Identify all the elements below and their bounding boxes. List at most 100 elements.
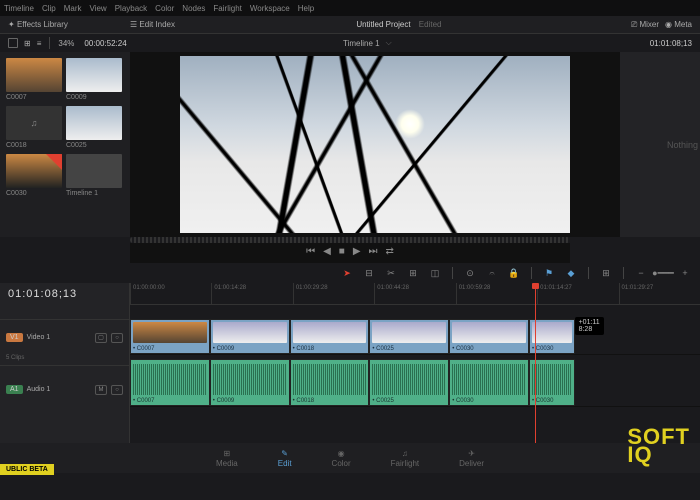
grid-view-icon[interactable]: ⊞	[24, 39, 31, 48]
track-lock[interactable]: ○	[111, 333, 123, 343]
video-clip[interactable]: • C0030	[449, 319, 529, 354]
zoom-in-button[interactable]: +	[678, 266, 692, 280]
video-track-header[interactable]: V1 Video 1 ▢ ○	[0, 319, 129, 355]
project-title: Untitled Project	[356, 20, 410, 29]
video-track[interactable]: +01:118:28 • C0007 • C0009 • C0018 • C00…	[130, 319, 700, 355]
overwrite-tool[interactable]: ◫	[428, 266, 442, 280]
menu-playback[interactable]: Playback	[115, 4, 147, 13]
video-track-label: Video 1	[27, 334, 51, 341]
tab-color[interactable]: ◉Color	[332, 449, 351, 468]
menu-help[interactable]: Help	[298, 4, 314, 13]
sort-icon[interactable]: ≡	[37, 39, 42, 48]
video-clip[interactable]: • C0025	[369, 319, 449, 354]
clip-thumb[interactable]: C0030	[6, 154, 62, 198]
lock-icon[interactable]: 🔒	[507, 266, 521, 280]
clip-thumb[interactable]: C0009	[66, 58, 122, 102]
track-toggle[interactable]: ▢	[95, 333, 107, 343]
transport-controls: ⏮ ◀ ■ ▶ ⏭ ⇄	[130, 243, 570, 263]
snap-icon[interactable]: ⊙	[463, 266, 477, 280]
source-zoom[interactable]: 34%	[58, 39, 74, 48]
inspector-panel: Nothing	[620, 52, 700, 237]
menu-fairlight[interactable]: Fairlight	[213, 4, 241, 13]
audio-clip[interactable]: • C0018	[290, 359, 370, 406]
timeline-toolbar: ➤ ⊟ ✂ ⊞ ◫ ⊙ 𝄐 🔒 ⚑ ◆ ⊞ − ●━━━ +	[0, 263, 700, 283]
menu-timeline[interactable]: Timeline	[4, 4, 34, 13]
play-button[interactable]: ▶	[353, 246, 361, 257]
insert-tool[interactable]: ⊞	[406, 266, 420, 280]
menu-nodes[interactable]: Nodes	[182, 4, 205, 13]
audio-clip[interactable]: • C0025	[369, 359, 449, 406]
stop-button[interactable]: ■	[339, 246, 345, 257]
mixer-icon[interactable]: ⊞	[599, 266, 613, 280]
video-clip[interactable]: • C0007	[130, 319, 210, 354]
color-icon: ◉	[338, 449, 345, 458]
list-view-icon[interactable]	[8, 38, 18, 48]
menu-workspace[interactable]: Workspace	[250, 4, 290, 13]
next-button[interactable]: ⏭	[369, 246, 378, 257]
audio-clip[interactable]: • C0030	[449, 359, 529, 406]
video-clip[interactable]: • C0030	[529, 319, 575, 354]
project-status: Edited	[419, 20, 442, 29]
mixer-button[interactable]: ⎚ Mixer	[631, 20, 659, 30]
secondary-bar: ⊞ ≡ 34% 00:00:52:24 Timeline 1 ⌵ 01:01:0…	[0, 34, 700, 52]
source-timecode: 00:00:52:24	[84, 39, 126, 48]
menu-view[interactable]: View	[90, 4, 107, 13]
viewer-timecode: 01:01:08;13	[650, 39, 692, 48]
watermark: SOFTIQ	[627, 428, 690, 465]
clip-thumb[interactable]: C0025	[66, 106, 122, 150]
clip-tooltip: +01:118:28	[575, 317, 604, 335]
playhead[interactable]	[535, 283, 536, 443]
audio-clip[interactable]: • C0007	[130, 359, 210, 406]
trim-tool[interactable]: ⊟	[362, 266, 376, 280]
audio-track-header[interactable]: A1 Audio 1 M ○	[0, 365, 129, 413]
first-frame-button[interactable]: ⏮	[306, 246, 315, 257]
edit-index-button[interactable]: ☰ Edit Index	[130, 20, 175, 29]
zoom-slider[interactable]: ●━━━	[656, 266, 670, 280]
media-pool: C0007 C0009 ♫C0018 C0025 C0030 Timeline …	[0, 52, 130, 237]
timeline-name[interactable]: Timeline 1	[343, 39, 380, 48]
link-icon[interactable]: 𝄐	[485, 266, 499, 280]
beta-badge: UBLIC BETA	[0, 464, 54, 475]
blade-tool[interactable]: ✂	[384, 266, 398, 280]
timeline-timecode: 01:01:08;13	[0, 283, 129, 305]
flag-icon[interactable]: ⚑	[542, 266, 556, 280]
edit-icon: ✎	[281, 449, 288, 458]
media-icon: ⊞	[224, 449, 231, 458]
v1-badge[interactable]: V1	[6, 333, 23, 342]
clip-thumb[interactable]: Timeline 1	[66, 154, 122, 198]
video-clip[interactable]: • C0018	[290, 319, 370, 354]
loop-button[interactable]: ⇄	[386, 246, 394, 257]
zoom-out-button[interactable]: −	[634, 266, 648, 280]
clips-count: 5 Clips	[0, 355, 129, 365]
tab-edit[interactable]: ✎Edit	[278, 449, 292, 468]
menu-bar: Timeline Clip Mark View Playback Color N…	[0, 0, 700, 16]
audio-clip[interactable]: • C0009	[210, 359, 290, 406]
page-tabs: ⊞Media ✎Edit ◉Color ♫Fairlight ✈Deliver	[0, 443, 700, 473]
a1-badge[interactable]: A1	[6, 385, 23, 394]
fairlight-icon: ♫	[402, 449, 408, 458]
menu-clip[interactable]: Clip	[42, 4, 56, 13]
prev-button[interactable]: ◀	[323, 246, 331, 257]
clip-thumb[interactable]: C0007	[6, 58, 62, 102]
clip-thumb[interactable]: ♫C0018	[6, 106, 62, 150]
mute-button[interactable]: M	[95, 385, 107, 395]
timeline-panel: 01:01:08;13 V1 Video 1 ▢ ○ 5 Clips A1 Au…	[0, 283, 700, 443]
tab-fairlight[interactable]: ♫Fairlight	[391, 449, 419, 468]
deliver-icon: ✈	[468, 449, 475, 458]
audio-track[interactable]: • C0007 • C0009 • C0018 • C0025 • C0030 …	[130, 359, 700, 407]
dropdown-icon[interactable]: ⌵	[386, 38, 392, 48]
viewer-image[interactable]	[180, 56, 570, 233]
solo-button[interactable]: ○	[111, 385, 123, 395]
menu-mark[interactable]: Mark	[64, 4, 82, 13]
timeline-ruler[interactable]: 01:00:00:00 01:00:14:28 01:00:29:28 01:0…	[130, 283, 700, 305]
audio-track-label: Audio 1	[27, 386, 51, 393]
marker-icon[interactable]: ◆	[564, 266, 578, 280]
tab-deliver[interactable]: ✈Deliver	[459, 449, 484, 468]
tab-media[interactable]: ⊞Media	[216, 449, 238, 468]
selection-tool[interactable]: ➤	[340, 266, 354, 280]
menu-color[interactable]: Color	[155, 4, 174, 13]
audio-clip[interactable]: • C0030	[529, 359, 575, 406]
video-clip[interactable]: • C0009	[210, 319, 290, 354]
metadata-button[interactable]: ◉ Meta	[665, 20, 692, 29]
effects-library-button[interactable]: ✦ Effects Library	[8, 20, 68, 29]
